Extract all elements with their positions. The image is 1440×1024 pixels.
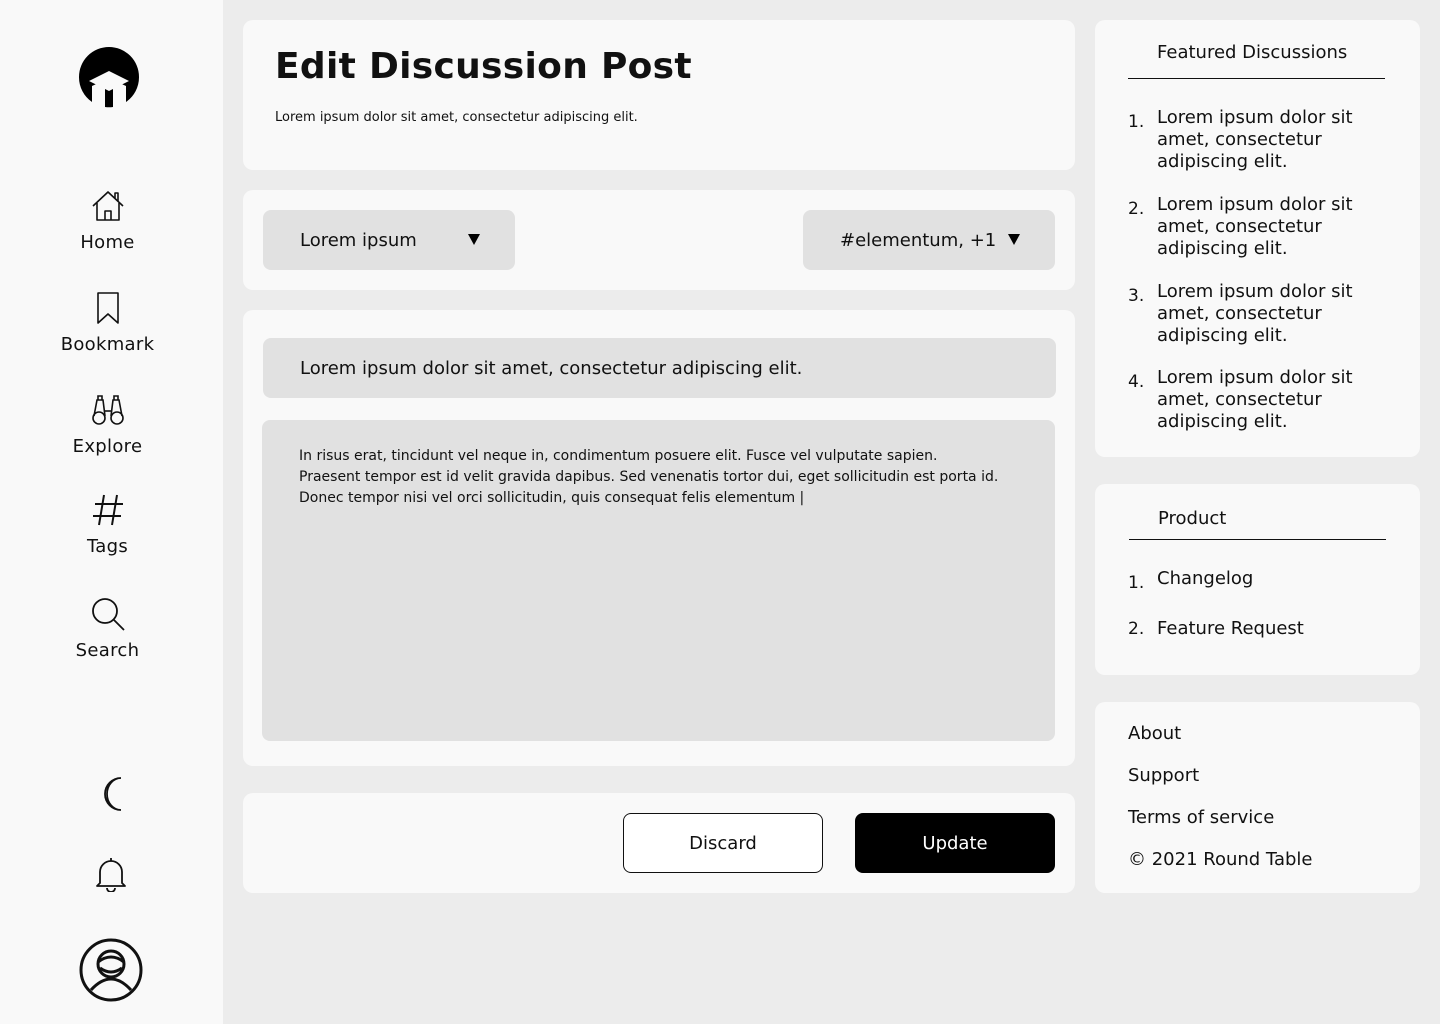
featured-item-number: 1. — [1128, 112, 1145, 132]
sidebar: Home Bookmark Explore Tags Search — [0, 0, 223, 1024]
featured-divider — [1128, 78, 1385, 79]
featured-item-number: 4. — [1128, 372, 1145, 392]
nav-bookmark-label: Bookmark — [60, 334, 155, 355]
binoculars-icon — [91, 395, 124, 425]
user-avatar-icon[interactable] — [79, 938, 143, 1002]
caret-down-icon — [468, 234, 480, 245]
post-body-textarea[interactable]: In risus erat, tincidunt vel neque in, c… — [262, 420, 1055, 741]
category-dropdown-value: Lorem ipsum — [300, 229, 417, 251]
product-item-number: 1. — [1128, 573, 1145, 593]
product-item-number: 2. — [1128, 619, 1145, 639]
post-title-input[interactable]: Lorem ipsum dolor sit amet, consectetur … — [263, 338, 1056, 398]
nav-search[interactable]: Search — [0, 596, 215, 661]
moon-icon[interactable] — [97, 775, 127, 813]
product-title: Product — [1158, 508, 1227, 529]
support-link[interactable]: Support — [1128, 765, 1199, 786]
featured-item[interactable]: 1. Lorem ipsum dolor sit amet, consectet… — [1128, 107, 1377, 173]
caret-down-icon — [1008, 234, 1020, 245]
featured-item-text: Lorem ipsum dolor sit amet, consectetur … — [1157, 107, 1353, 172]
header-card: Edit Discussion Post Lorem ipsum dolor s… — [243, 20, 1075, 170]
update-button[interactable]: Update — [855, 813, 1055, 873]
tags-dropdown-value: #elementum, +1 — [840, 229, 997, 251]
nav-tags[interactable]: Tags — [0, 492, 215, 557]
nav-bookmark[interactable]: Bookmark — [0, 290, 215, 355]
tags-dropdown[interactable]: #elementum, +1 — [803, 210, 1055, 270]
about-link[interactable]: About — [1128, 723, 1181, 744]
footer-panel: About Support Terms of service © 2021 Ro… — [1095, 702, 1420, 893]
product-divider — [1129, 539, 1386, 540]
featured-item-text: Lorem ipsum dolor sit amet, consectetur … — [1157, 367, 1353, 432]
product-item-text: Feature Request — [1157, 618, 1304, 639]
featured-item[interactable]: 3. Lorem ipsum dolor sit amet, consectet… — [1128, 281, 1377, 347]
featured-discussions-panel: Featured Discussions 1. Lorem ipsum dolo… — [1095, 20, 1420, 457]
category-dropdown[interactable]: Lorem ipsum — [263, 210, 515, 270]
copyright-text: © 2021 Round Table — [1128, 849, 1313, 870]
round-table-logo[interactable] — [77, 45, 141, 109]
nav-explore[interactable]: Explore — [0, 392, 215, 457]
featured-item-number: 2. — [1128, 199, 1145, 219]
featured-item-text: Lorem ipsum dolor sit amet, consectetur … — [1157, 281, 1353, 346]
nav-explore-label: Explore — [72, 436, 143, 457]
featured-item[interactable]: 4. Lorem ipsum dolor sit amet, consectet… — [1128, 367, 1377, 433]
actions-card: Discard Update — [243, 793, 1075, 893]
product-item-text: Changelog — [1157, 568, 1254, 589]
product-item-changelog[interactable]: 1. Changelog — [1128, 568, 1377, 594]
featured-item-number: 3. — [1128, 286, 1145, 306]
filters-card: Lorem ipsum #elementum, +1 — [243, 190, 1075, 290]
discard-button[interactable]: Discard — [623, 813, 823, 873]
terms-of-service-link[interactable]: Terms of service — [1128, 807, 1274, 828]
nav-tags-label: Tags — [86, 536, 129, 557]
featured-item-text: Lorem ipsum dolor sit amet, consectetur … — [1157, 194, 1353, 259]
featured-title: Featured Discussions — [1157, 42, 1348, 63]
page-subtitle: Lorem ipsum dolor sit amet, consectetur … — [275, 110, 638, 125]
nav-search-label: Search — [75, 640, 140, 661]
bookmark-icon — [96, 292, 119, 324]
product-item-feature-request[interactable]: 2. Feature Request — [1128, 618, 1377, 640]
bell-icon[interactable] — [94, 856, 128, 892]
search-icon — [91, 598, 125, 631]
nav-home-label: Home — [80, 232, 135, 253]
hash-icon — [92, 494, 123, 526]
nav-home[interactable]: Home — [0, 188, 215, 253]
home-icon — [91, 191, 124, 221]
product-panel: Product 1. Changelog 2. Feature Request — [1095, 484, 1420, 675]
page-title: Edit Discussion Post — [275, 46, 692, 87]
featured-item[interactable]: 2. Lorem ipsum dolor sit amet, consectet… — [1128, 194, 1377, 260]
editor-card: Lorem ipsum dolor sit amet, consectetur … — [243, 310, 1075, 766]
